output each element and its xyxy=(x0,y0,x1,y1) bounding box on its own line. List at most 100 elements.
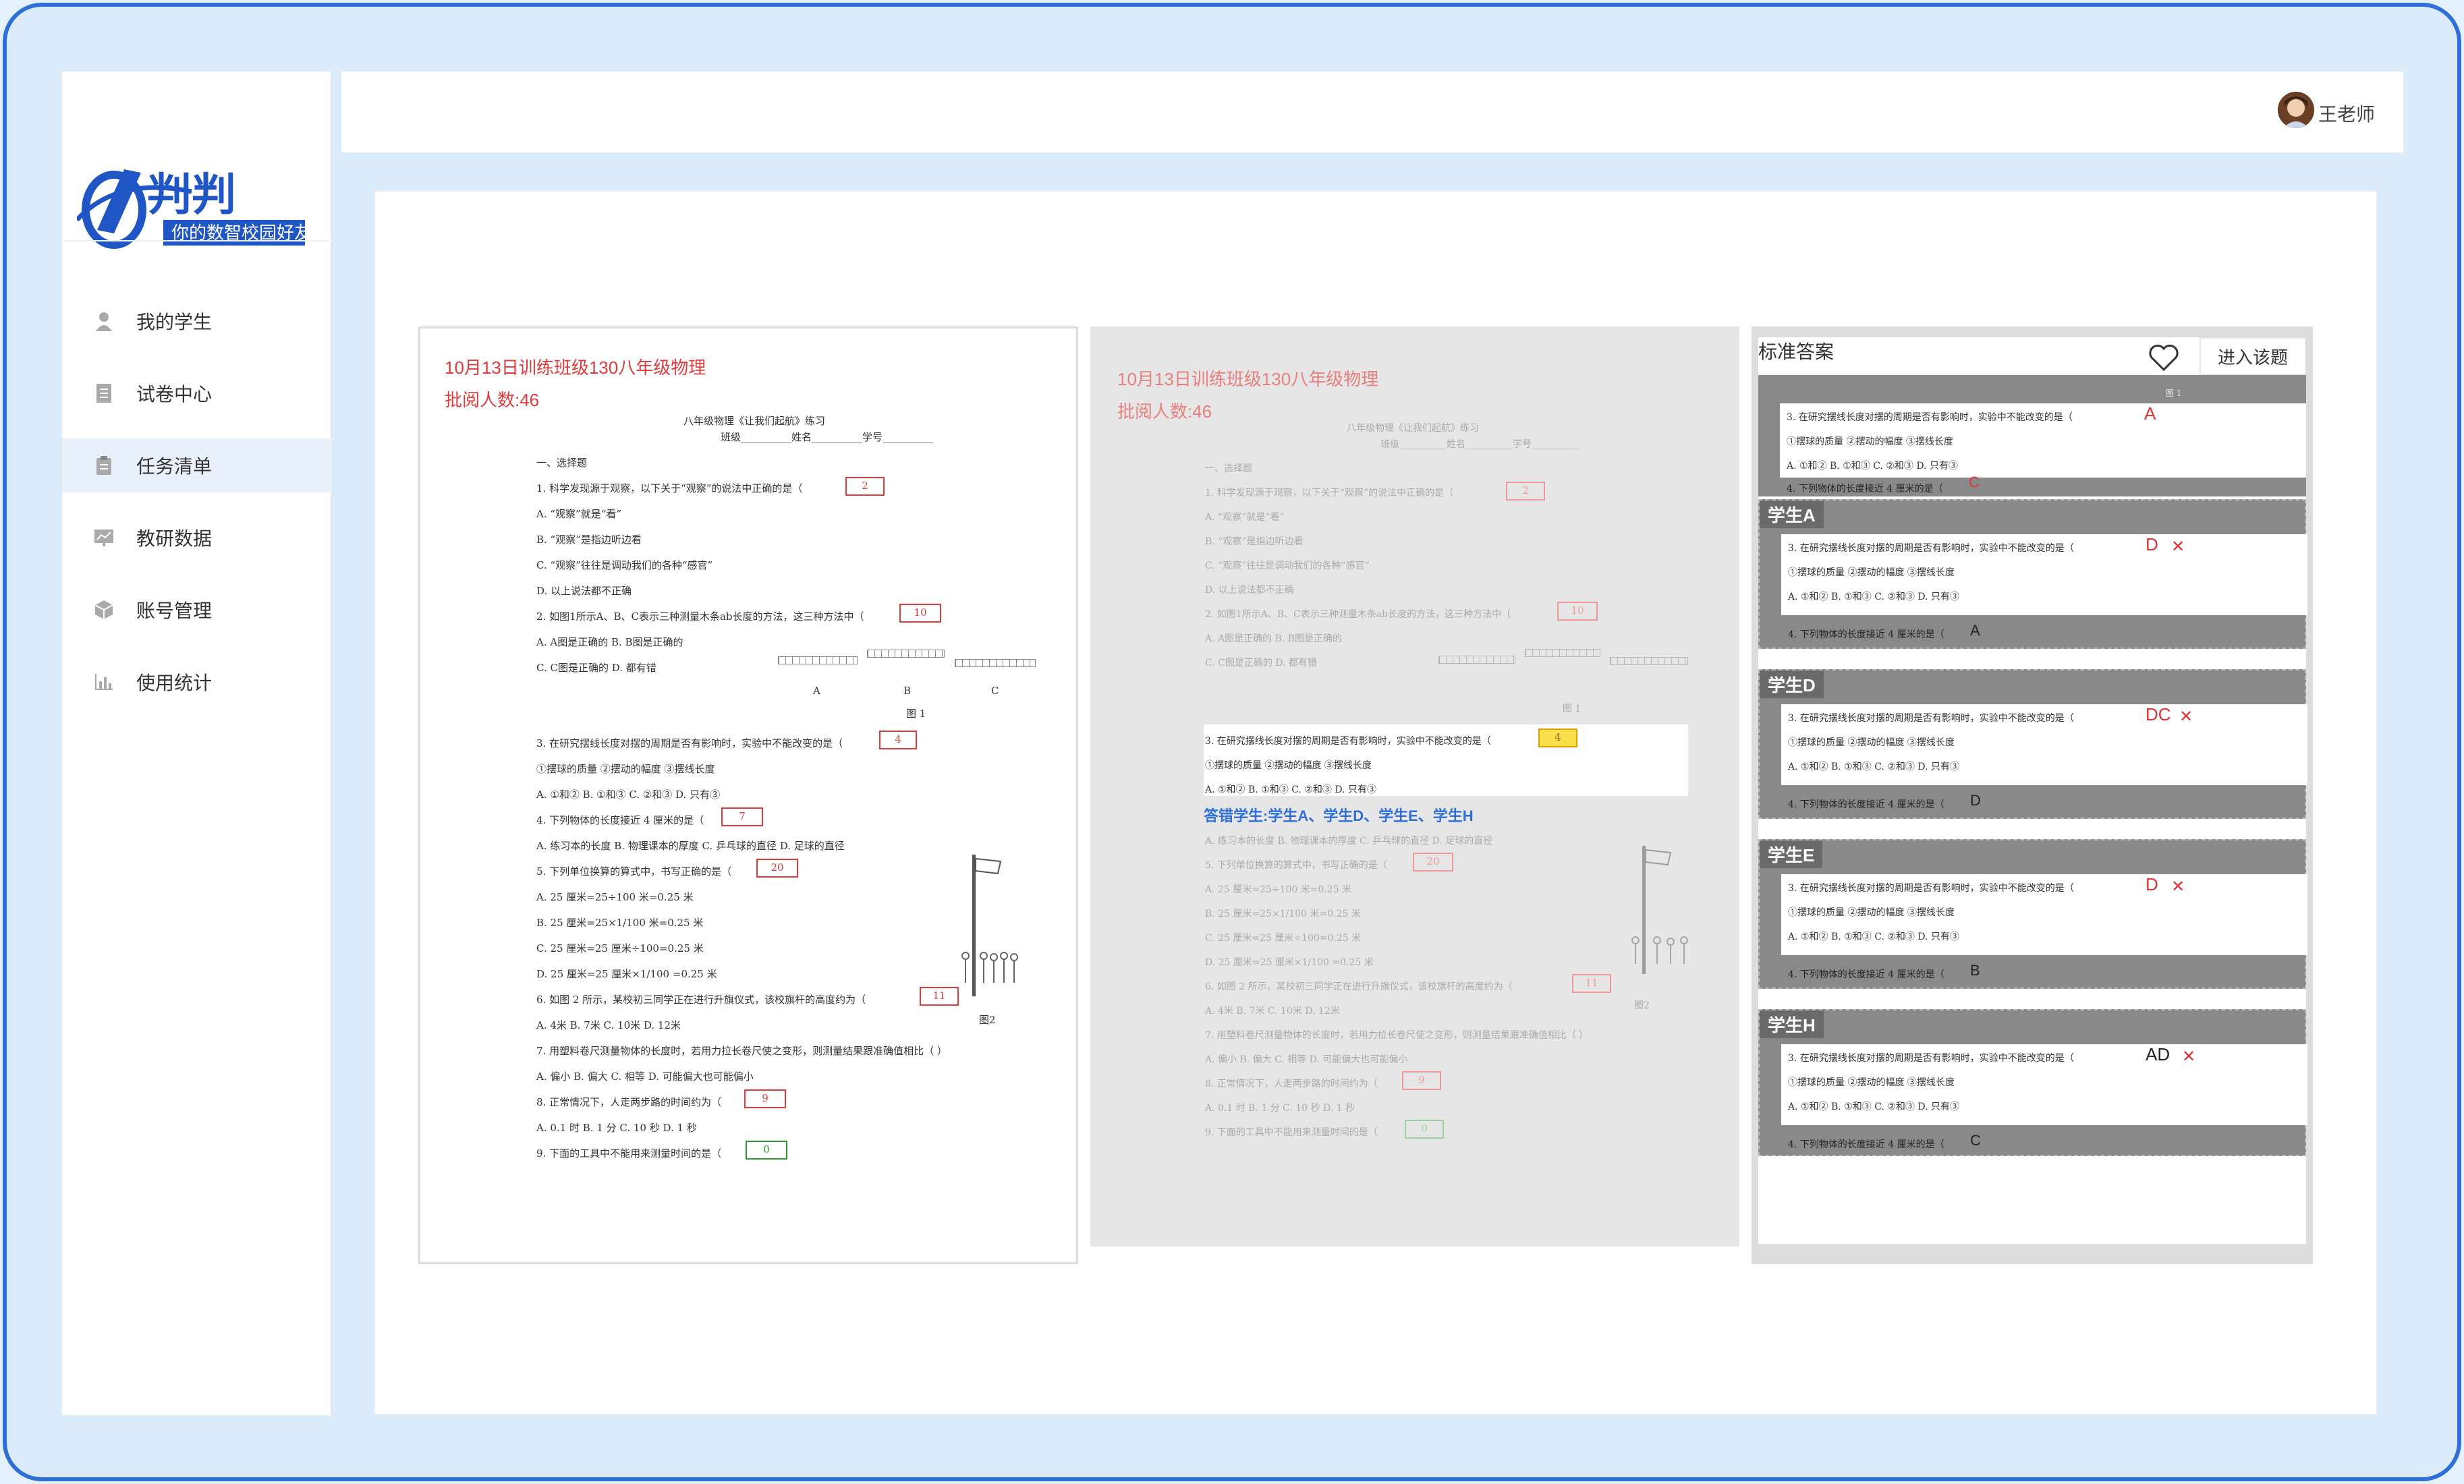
mark-box[interactable]: 20 xyxy=(756,859,798,878)
enter-question-button[interactable]: 进入该题 xyxy=(2200,337,2306,375)
flagpole-figure xyxy=(1631,846,1688,974)
user-name[interactable]: 王老师 xyxy=(2318,100,2375,127)
student-name: 学生D xyxy=(1760,670,1824,698)
sidebar-item-research[interactable]: 教研数据 xyxy=(62,511,332,565)
sidebar-item-papers[interactable]: 试卷中心 xyxy=(62,366,332,420)
top-header: 王老师 xyxy=(341,72,2403,152)
mark-box[interactable]: 9 xyxy=(744,1089,786,1108)
sidebar: 判判 你的数智校园好友 我的学生 试卷中心 任务清单 教研数据 账号管理 使用统 xyxy=(62,72,332,1415)
mark-box[interactable]: 0 xyxy=(1405,1120,1444,1139)
option: ①摆球的质量 ②摆动的幅度 ③摆线长度 xyxy=(1788,737,1955,748)
answer-sheet: 3. 在研究摆线长度对摆的周期是否有影响时，实验中不能改变的是（ ①摆球的质量 … xyxy=(1781,704,2307,785)
option: A. ①和② B. ①和③ C. ②和③ D. 只有③ xyxy=(1787,461,1958,472)
mark-box[interactable]: 10 xyxy=(1557,602,1598,621)
figure-label: C xyxy=(991,685,999,697)
question-text: 3. 在研究摆线长度对摆的周期是否有影响时，实验中不能改变的是（ xyxy=(1788,713,2074,724)
student-answer-q4: D xyxy=(1970,792,1981,809)
option: ①摆球的质量 ②摆动的幅度 ③摆线长度 xyxy=(536,763,715,775)
mark-box[interactable]: 11 xyxy=(1572,974,1611,993)
question-text: 3. 在研究摆线长度对摆的周期是否有影响时，实验中不能改变的是（ xyxy=(1788,883,2074,894)
question-3: 3. 在研究摆线长度对摆的周期是否有影响时，实验中不能改变的是（ xyxy=(1205,736,1491,747)
question-text: 4. 下列物体的长度接近 4 厘米的是（ xyxy=(1788,629,1944,640)
mark-box[interactable]: 11 xyxy=(920,987,959,1006)
question-9: 9. 下面的工具中不能用来测量时间的是（ xyxy=(1205,1127,1378,1138)
sidebar-item-label: 任务清单 xyxy=(136,455,213,478)
standard-answer-card: 图 1 3. 在研究摆线长度对摆的周期是否有影响时，实验中不能改变的是（ ①摆球… xyxy=(1758,375,2306,496)
question-7: 7. 用塑料卷尺测量物体的长度时，若用力拉长卷尺使之变形，则测量结果跟准确值相比… xyxy=(1205,1030,1589,1041)
mark-box[interactable]: 0 xyxy=(746,1141,787,1160)
sidebar-item-label: 我的学生 xyxy=(136,311,213,333)
option: A. ①和② B. ①和③ C. ②和③ D. 只有③ xyxy=(1788,932,1959,942)
figure-ruler-b xyxy=(867,650,945,658)
option: A. A图是正确的 B. B图是正确的 xyxy=(536,636,683,648)
option: A. 偏小 B. 偏大 C. 相等 D. 可能偏大也可能偏小 xyxy=(1205,1054,1408,1065)
mark-box[interactable]: 4 xyxy=(879,731,917,749)
figure-caption: 图2 xyxy=(1634,1000,1650,1011)
option: A. ①和② B. ①和③ C. ②和③ D. 只有③ xyxy=(1788,1102,1959,1112)
option: ①摆球的质量 ②摆动的幅度 ③摆线长度 xyxy=(1787,436,1953,447)
document-icon xyxy=(92,381,116,405)
figure-caption: 图 1 xyxy=(1563,704,1581,714)
clipboard-icon xyxy=(92,453,116,478)
student-card-a[interactable]: 学生A 3. 在研究摆线长度对摆的周期是否有影响时，实验中不能改变的是（ ①摆球… xyxy=(1758,499,2307,649)
student-card-h[interactable]: 学生H 3. 在研究摆线长度对摆的周期是否有影响时，实验中不能改变的是（ ①摆球… xyxy=(1758,1009,2307,1156)
sidebar-item-tasks[interactable]: 任务清单 xyxy=(62,438,332,492)
question-text: 3. 在研究摆线长度对摆的周期是否有影响时，实验中不能改变的是（ xyxy=(1788,1053,2074,1064)
option: A. ①和② B. ①和③ C. ②和③ D. 只有③ xyxy=(536,789,721,801)
avatar[interactable] xyxy=(2278,92,2314,128)
option: C. 25 厘米=25 厘米÷100=0.25 米 xyxy=(536,942,704,954)
section-heading: 一、选择题 xyxy=(1205,463,1252,474)
option: A. ①和② B. ①和③ C. ②和③ D. 只有③ xyxy=(1788,592,1959,602)
wrong-mark: ✕ xyxy=(2171,537,2185,556)
option: ①摆球的质量 ②摆动的幅度 ③摆线长度 xyxy=(1205,760,1372,771)
option: ①摆球的质量 ②摆动的幅度 ③摆线长度 xyxy=(1788,1077,1955,1088)
question-text: 4. 下列物体的长度接近 4 厘米的是（ xyxy=(1788,1139,1944,1150)
sidebar-item-label: 使用统计 xyxy=(136,672,213,694)
student-card-e[interactable]: 学生E 3. 在研究摆线长度对摆的周期是否有影响时，实验中不能改变的是（ ①摆球… xyxy=(1758,839,2307,989)
figure-ruler-b xyxy=(1525,649,1600,657)
option: ①摆球的质量 ②摆动的幅度 ③摆线长度 xyxy=(1788,907,1955,918)
logo-divider xyxy=(62,240,332,241)
paper-body: 八年级物理《让我们起航》练习 班级__________姓名__________学… xyxy=(1090,326,1739,1247)
option: A. 4米 B. 7米 C. 10米 D. 12米 xyxy=(1205,1006,1340,1017)
mark-box[interactable]: 10 xyxy=(899,604,941,623)
option: A. A图是正确的 B. B图是正确的 xyxy=(1205,633,1343,644)
student-answer-q4: C xyxy=(1970,1132,1981,1149)
mark-box[interactable]: 20 xyxy=(1413,853,1453,872)
option: A. ①和② B. ①和③ C. ②和③ D. 只有③ xyxy=(1205,784,1376,795)
option: B. “观察”是指边听边看 xyxy=(536,534,642,546)
sidebar-item-students[interactable]: 我的学生 xyxy=(62,294,332,348)
doc-subtitle: 班级__________姓名__________学号__________ xyxy=(721,431,934,443)
sidebar-item-account[interactable]: 账号管理 xyxy=(62,583,332,637)
mark-box-selected[interactable]: 4 xyxy=(1538,729,1577,747)
heart-icon[interactable] xyxy=(2148,344,2179,371)
question-text: 4. 下列物体的长度接近 4 厘米的是（ xyxy=(1788,799,1944,810)
answer-sheet: 3. 在研究摆线长度对摆的周期是否有影响时，实验中不能改变的是（ ①摆球的质量 … xyxy=(1781,874,2307,955)
student-card-d[interactable]: 学生D 3. 在研究摆线长度对摆的周期是否有影响时，实验中不能改变的是（ ①摆球… xyxy=(1758,669,2307,819)
option: B. 25 厘米=25×1/100 米=0.25 米 xyxy=(1205,909,1361,919)
option: D. 以上说法都不正确 xyxy=(1205,585,1294,596)
student-answer: D xyxy=(2146,874,2158,894)
chart-board-icon xyxy=(92,525,116,550)
sidebar-item-stats[interactable]: 使用统计 xyxy=(62,655,332,709)
mark-box[interactable]: 7 xyxy=(721,807,763,826)
question-5: 5. 下列单位换算的算式中，书写正确的是（ xyxy=(536,865,732,878)
flagpole-figure xyxy=(961,855,1018,996)
answer-sheet: 3. 在研究摆线长度对摆的周期是否有影响时，实验中不能改变的是（ ①摆球的质量 … xyxy=(1781,1044,2307,1125)
question-1: 1. 科学发现源于观察，以下关于“观察”的说法中正确的是（ xyxy=(536,482,803,494)
standard-answer-q4: C xyxy=(1969,474,1980,490)
student-name: 学生E xyxy=(1760,840,1823,868)
question-text: 4. 下列物体的长度接近 4 厘米的是（ xyxy=(1788,969,1944,980)
figure-caption: 图 1 xyxy=(906,708,926,720)
question-1: 1. 科学发现源于观察，以下关于“观察”的说法中正确的是（ xyxy=(1205,488,1454,498)
mark-box[interactable]: 2 xyxy=(845,477,885,496)
mark-box[interactable]: 2 xyxy=(1506,482,1545,501)
option: C. “观察”往往是调动我们的各种“感官” xyxy=(1205,561,1370,571)
question-7: 7. 用塑料卷尺测量物体的长度时，若用力拉长卷尺使之变形，则测量结果跟准确值相比… xyxy=(536,1045,947,1057)
mark-box[interactable]: 9 xyxy=(1402,1071,1441,1090)
student-answer: D xyxy=(2146,534,2158,554)
option: D. 以上说法都不正确 xyxy=(536,585,632,597)
option: A. 25 厘米=25÷100 米=0.25 米 xyxy=(536,891,694,903)
section-heading: 一、选择题 xyxy=(536,457,588,469)
question-text: 3. 在研究摆线长度对摆的周期是否有影响时，实验中不能改变的是（ xyxy=(1788,543,2074,554)
